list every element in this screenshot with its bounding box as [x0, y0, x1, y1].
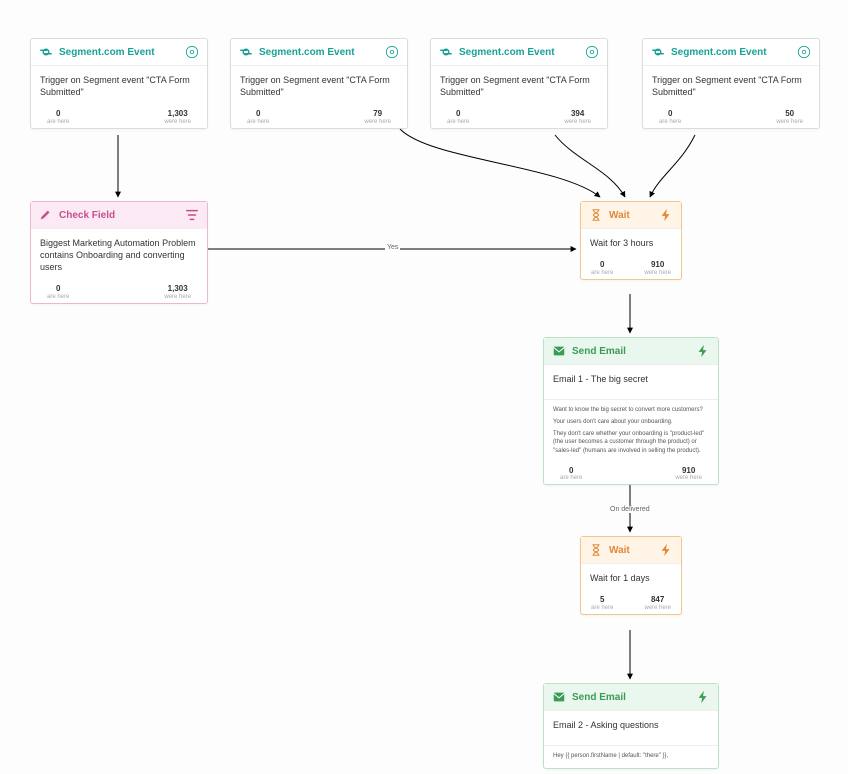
node-header: Wait: [581, 202, 681, 229]
node-segment-3[interactable]: Segment.com Event Trigger on Segment eve…: [642, 38, 820, 129]
node-header: Segment.com Event: [231, 39, 407, 66]
node-wait-2[interactable]: Wait Wait for 1 days 5are here 847were h…: [580, 536, 682, 615]
email-preview: Hey {{ person.firstName | default: "ther…: [544, 745, 718, 768]
node-stats: 0are here 1,303were here: [31, 108, 207, 127]
gear-icon[interactable]: [185, 45, 199, 59]
node-stats: 0are here 1,303were here: [31, 283, 207, 302]
node-title: Send Email: [572, 346, 626, 357]
hourglass-icon: [589, 208, 603, 222]
node-segment-0[interactable]: Segment.com Event Trigger on Segment eve…: [30, 38, 208, 129]
node-title: Check Field: [59, 210, 115, 221]
segment-icon: [439, 45, 453, 59]
segment-icon: [239, 45, 253, 59]
gear-icon[interactable]: [797, 45, 811, 59]
node-header: Send Email: [544, 338, 718, 365]
node-wait-1[interactable]: Wait Wait for 3 hours 0are here 910were …: [580, 201, 682, 280]
node-body: Biggest Marketing Automation Problem con…: [31, 229, 207, 281]
bolt-icon[interactable]: [696, 690, 710, 704]
email-preview: Want to know the big secret to convert m…: [544, 399, 718, 462]
email-subject: Email 1 - The big secret: [544, 365, 718, 399]
mail-icon: [552, 690, 566, 704]
node-header: Wait: [581, 537, 681, 564]
hourglass-icon: [589, 543, 603, 557]
bolt-icon[interactable]: [659, 543, 673, 557]
node-check-field[interactable]: Check Field Biggest Marketing Automation…: [30, 201, 208, 304]
mail-icon: [552, 344, 566, 358]
node-body: Trigger on Segment event "CTA Form Submi…: [31, 66, 207, 106]
node-header: Segment.com Event: [431, 39, 607, 66]
node-stats: 0are here 50were here: [643, 108, 819, 127]
bolt-icon[interactable]: [696, 344, 710, 358]
filter-icon[interactable]: [185, 208, 199, 222]
segment-icon: [39, 45, 53, 59]
node-send-email-1[interactable]: Send Email Email 1 - The big secret Want…: [543, 337, 719, 485]
node-segment-2[interactable]: Segment.com Event Trigger on Segment eve…: [430, 38, 608, 129]
edge-label-yes: Yes: [385, 244, 400, 251]
node-header: Check Field: [31, 202, 207, 229]
edge-label-on-delivered: On delivered: [608, 506, 652, 513]
node-segment-1[interactable]: Segment.com Event Trigger on Segment eve…: [230, 38, 408, 129]
node-stats: 0are here 910were here: [544, 465, 718, 484]
node-stats: 0are here 394were here: [431, 108, 607, 127]
node-header: Segment.com Event: [643, 39, 819, 66]
pencil-icon: [39, 208, 53, 222]
node-body: Trigger on Segment event "CTA Form Submi…: [231, 66, 407, 106]
node-send-email-2[interactable]: Send Email Email 2 - Asking questions He…: [543, 683, 719, 769]
node-header: Send Email: [544, 684, 718, 711]
node-body: Wait for 3 hours: [581, 229, 681, 257]
node-stats: 0are here 910were here: [581, 259, 681, 278]
node-stats: 5are here 847were here: [581, 594, 681, 613]
flow-canvas: Yes On delivered Segment.com Event Trigg…: [0, 0, 848, 774]
node-title: Send Email: [572, 692, 626, 703]
node-body: Trigger on Segment event "CTA Form Submi…: [431, 66, 607, 106]
segment-icon: [651, 45, 665, 59]
node-title: Segment.com Event: [671, 47, 767, 58]
node-stats: 0are here 79were here: [231, 108, 407, 127]
gear-icon[interactable]: [385, 45, 399, 59]
node-body: Wait for 1 days: [581, 564, 681, 592]
gear-icon[interactable]: [585, 45, 599, 59]
node-title: Segment.com Event: [59, 47, 155, 58]
node-title: Segment.com Event: [259, 47, 355, 58]
node-header: Segment.com Event: [31, 39, 207, 66]
node-body: Trigger on Segment event "CTA Form Submi…: [643, 66, 819, 106]
node-title: Wait: [609, 210, 630, 221]
node-title: Segment.com Event: [459, 47, 555, 58]
node-title: Wait: [609, 545, 630, 556]
email-subject: Email 2 - Asking questions: [544, 711, 718, 745]
bolt-icon[interactable]: [659, 208, 673, 222]
